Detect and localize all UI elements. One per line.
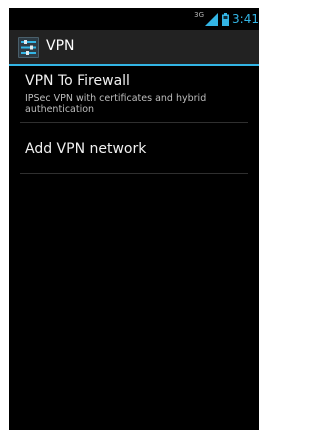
action-bar: VPN — [9, 30, 259, 66]
battery-icon — [222, 12, 230, 26]
vpn-profile-title: VPN To Firewall — [25, 73, 130, 89]
phone-screen: 3G 3:41 VPN VPN To Firewall IPSec VPN wi… — [9, 8, 259, 430]
status-indicators: 3G 3:41 — [194, 10, 259, 28]
add-vpn-network-label: Add VPN network — [25, 141, 147, 157]
page-title: VPN — [46, 38, 75, 54]
add-vpn-network-item[interactable]: Add VPN network — [9, 123, 259, 174]
vpn-list: VPN To Firewall IPSec VPN with certifica… — [9, 66, 259, 174]
vpn-profile-item[interactable]: VPN To Firewall IPSec VPN with certifica… — [9, 66, 259, 123]
vpn-profile-summary: IPSec VPN with certificates and hybrid a… — [25, 93, 207, 115]
vpn-settings-icon[interactable] — [18, 37, 39, 58]
page: 3G 3:41 VPN VPN To Firewall IPSec VPN wi… — [0, 0, 259, 430]
list-divider — [20, 173, 248, 174]
clock: 3:41 — [232, 12, 259, 26]
status-bar: 3G 3:41 — [9, 8, 259, 30]
network-type-label: 3G — [194, 11, 205, 19]
signal-icon — [205, 12, 219, 26]
